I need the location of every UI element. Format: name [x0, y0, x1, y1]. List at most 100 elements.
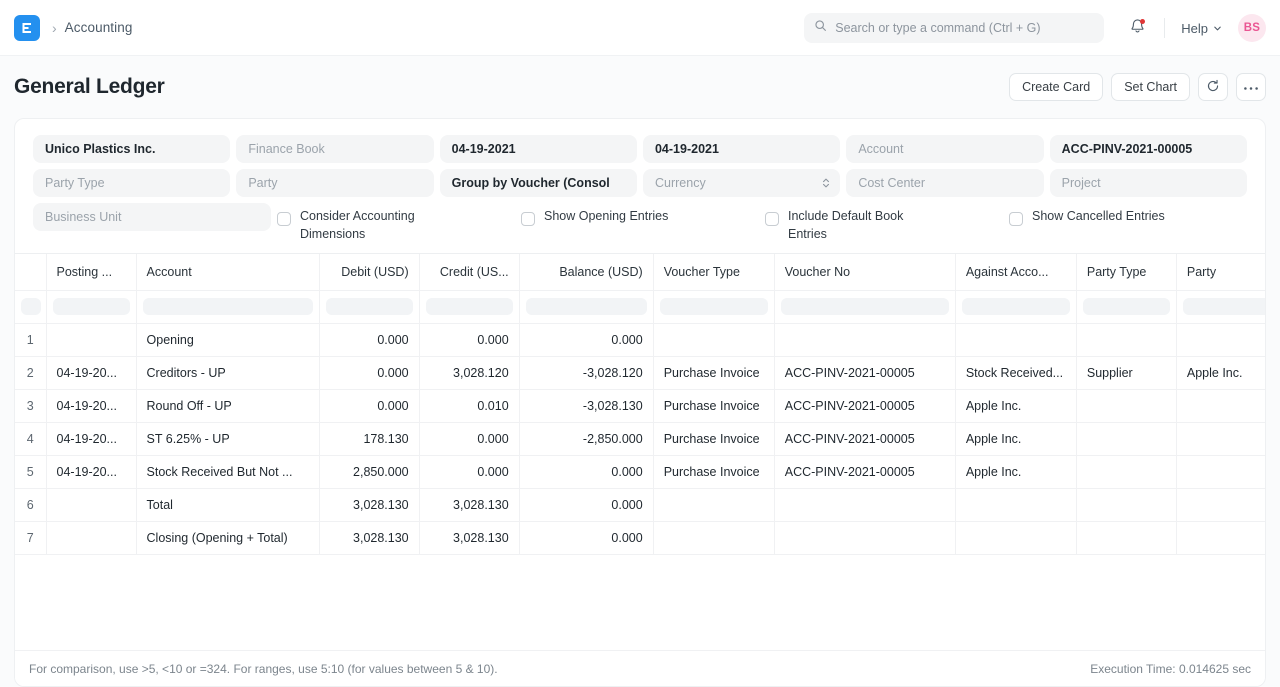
cell-account[interactable]: Round Off - UP	[136, 389, 319, 422]
column-header-party[interactable]: Party	[1176, 254, 1265, 290]
filter-to-date[interactable]: 04-19-2021	[643, 135, 840, 163]
checkbox-include-default-book-entries[interactable]: Include Default Book Entries	[765, 203, 1003, 243]
avatar[interactable]: BS	[1238, 14, 1266, 42]
cell-party[interactable]	[1176, 422, 1265, 455]
notifications-button[interactable]	[1122, 13, 1152, 43]
global-search[interactable]	[804, 13, 1104, 43]
table-row[interactable]: 404-19-20...ST 6.25% - UP178.1300.000-2,…	[15, 422, 1265, 455]
cell-rownum[interactable]: 2	[15, 356, 46, 389]
column-filter-cell[interactable]	[955, 290, 1076, 323]
cell-party_type[interactable]	[1076, 488, 1176, 521]
filter-finance-book[interactable]: Finance Book	[236, 135, 433, 163]
app-logo-icon[interactable]	[14, 15, 40, 41]
filter-group-by[interactable]: Group by Voucher (Consol	[440, 169, 637, 197]
table-row[interactable]: 1Opening0.0000.0000.000	[15, 323, 1265, 356]
search-input[interactable]	[835, 21, 1094, 35]
cell-account[interactable]: Opening	[136, 323, 319, 356]
filter-account[interactable]: Account	[846, 135, 1043, 163]
cell-party_type[interactable]	[1076, 455, 1176, 488]
column-filter-cell[interactable]	[136, 290, 319, 323]
cell-balance[interactable]: -3,028.120	[519, 356, 653, 389]
cell-rownum[interactable]: 5	[15, 455, 46, 488]
cell-debit[interactable]: 178.130	[319, 422, 419, 455]
cell-voucher_type[interactable]: Purchase Invoice	[653, 389, 774, 422]
breadcrumb-accounting-link[interactable]: Accounting	[65, 20, 133, 35]
cell-debit[interactable]: 0.000	[319, 356, 419, 389]
filter-cost-center[interactable]: Cost Center	[846, 169, 1043, 197]
cell-account[interactable]: Closing (Opening + Total)	[136, 521, 319, 554]
cell-voucher_no[interactable]: ACC-PINV-2021-00005	[774, 455, 955, 488]
cell-debit[interactable]: 0.000	[319, 323, 419, 356]
cell-party_type[interactable]	[1076, 323, 1176, 356]
column-filter-cell[interactable]	[653, 290, 774, 323]
cell-debit[interactable]: 3,028.130	[319, 521, 419, 554]
cell-account[interactable]: Creditors - UP	[136, 356, 319, 389]
cell-posting_date[interactable]: 04-19-20...	[46, 455, 136, 488]
cell-balance[interactable]: 0.000	[519, 488, 653, 521]
checkbox-show-cancelled-entries[interactable]: Show Cancelled Entries	[1009, 203, 1247, 226]
cell-credit[interactable]: 3,028.120	[419, 356, 519, 389]
report-datatable[interactable]: Posting ...AccountDebit (USD)Credit (US.…	[15, 253, 1265, 650]
cell-against_account[interactable]: Apple Inc.	[955, 422, 1076, 455]
cell-voucher_type[interactable]	[653, 521, 774, 554]
cell-party[interactable]: Apple Inc.	[1176, 356, 1265, 389]
cell-debit[interactable]: 3,028.130	[319, 488, 419, 521]
checkbox-box-icon[interactable]	[521, 212, 535, 226]
column-header-account[interactable]: Account	[136, 254, 319, 290]
column-filter-cell[interactable]	[1176, 290, 1265, 323]
cell-rownum[interactable]: 4	[15, 422, 46, 455]
cell-debit[interactable]: 2,850.000	[319, 455, 419, 488]
filter-from-date[interactable]: 04-19-2021	[440, 135, 637, 163]
cell-posting_date[interactable]: 04-19-20...	[46, 422, 136, 455]
cell-voucher_no[interactable]: ACC-PINV-2021-00005	[774, 389, 955, 422]
cell-rownum[interactable]: 3	[15, 389, 46, 422]
checkbox-show-opening-entries[interactable]: Show Opening Entries	[521, 203, 759, 226]
cell-credit[interactable]: 0.000	[419, 323, 519, 356]
cell-account[interactable]: Stock Received But Not ...	[136, 455, 319, 488]
cell-posting_date[interactable]: 04-19-20...	[46, 389, 136, 422]
cell-credit[interactable]: 0.010	[419, 389, 519, 422]
more-options-button[interactable]	[1236, 73, 1266, 101]
cell-credit[interactable]: 0.000	[419, 422, 519, 455]
cell-account[interactable]: Total	[136, 488, 319, 521]
cell-voucher_no[interactable]	[774, 488, 955, 521]
cell-against_account[interactable]: Apple Inc.	[955, 455, 1076, 488]
cell-rownum[interactable]: 1	[15, 323, 46, 356]
cell-debit[interactable]: 0.000	[319, 389, 419, 422]
column-filter-input-party[interactable]	[1183, 298, 1265, 315]
cell-voucher_no[interactable]: ACC-PINV-2021-00005	[774, 422, 955, 455]
checkbox-box-icon[interactable]	[765, 212, 779, 226]
column-filter-cell[interactable]	[774, 290, 955, 323]
cell-posting_date[interactable]	[46, 488, 136, 521]
cell-voucher_type[interactable]	[653, 323, 774, 356]
checkbox-consider-accounting-dimensions[interactable]: Consider Accounting Dimensions	[277, 203, 515, 243]
cell-credit[interactable]: 0.000	[419, 455, 519, 488]
cell-credit[interactable]: 3,028.130	[419, 488, 519, 521]
table-row[interactable]: 504-19-20...Stock Received But Not ...2,…	[15, 455, 1265, 488]
column-filter-cell[interactable]	[319, 290, 419, 323]
column-filter-cell[interactable]	[15, 290, 46, 323]
cell-rownum[interactable]: 7	[15, 521, 46, 554]
table-row[interactable]: 304-19-20...Round Off - UP0.0000.010-3,0…	[15, 389, 1265, 422]
help-menu[interactable]: Help	[1177, 17, 1226, 40]
column-header-rownum[interactable]	[15, 254, 46, 290]
column-filter-cell[interactable]	[419, 290, 519, 323]
column-filter-cell[interactable]	[1076, 290, 1176, 323]
filter-company[interactable]: Unico Plastics Inc.	[33, 135, 230, 163]
cell-voucher_no[interactable]	[774, 521, 955, 554]
set-chart-button[interactable]: Set Chart	[1111, 73, 1190, 101]
column-filter-input-voucher_no[interactable]	[781, 298, 949, 315]
column-filter-input-voucher_type[interactable]	[660, 298, 768, 315]
column-header-posting_date[interactable]: Posting ...	[46, 254, 136, 290]
cell-party[interactable]	[1176, 323, 1265, 356]
column-header-voucher_type[interactable]: Voucher Type	[653, 254, 774, 290]
cell-voucher_type[interactable]	[653, 488, 774, 521]
cell-party[interactable]	[1176, 455, 1265, 488]
column-filter-cell[interactable]	[519, 290, 653, 323]
column-filter-input-credit[interactable]	[426, 298, 513, 315]
cell-against_account[interactable]: Stock Received...	[955, 356, 1076, 389]
create-card-button[interactable]: Create Card	[1009, 73, 1103, 101]
cell-against_account[interactable]	[955, 488, 1076, 521]
checkbox-box-icon[interactable]	[1009, 212, 1023, 226]
checkbox-box-icon[interactable]	[277, 212, 291, 226]
